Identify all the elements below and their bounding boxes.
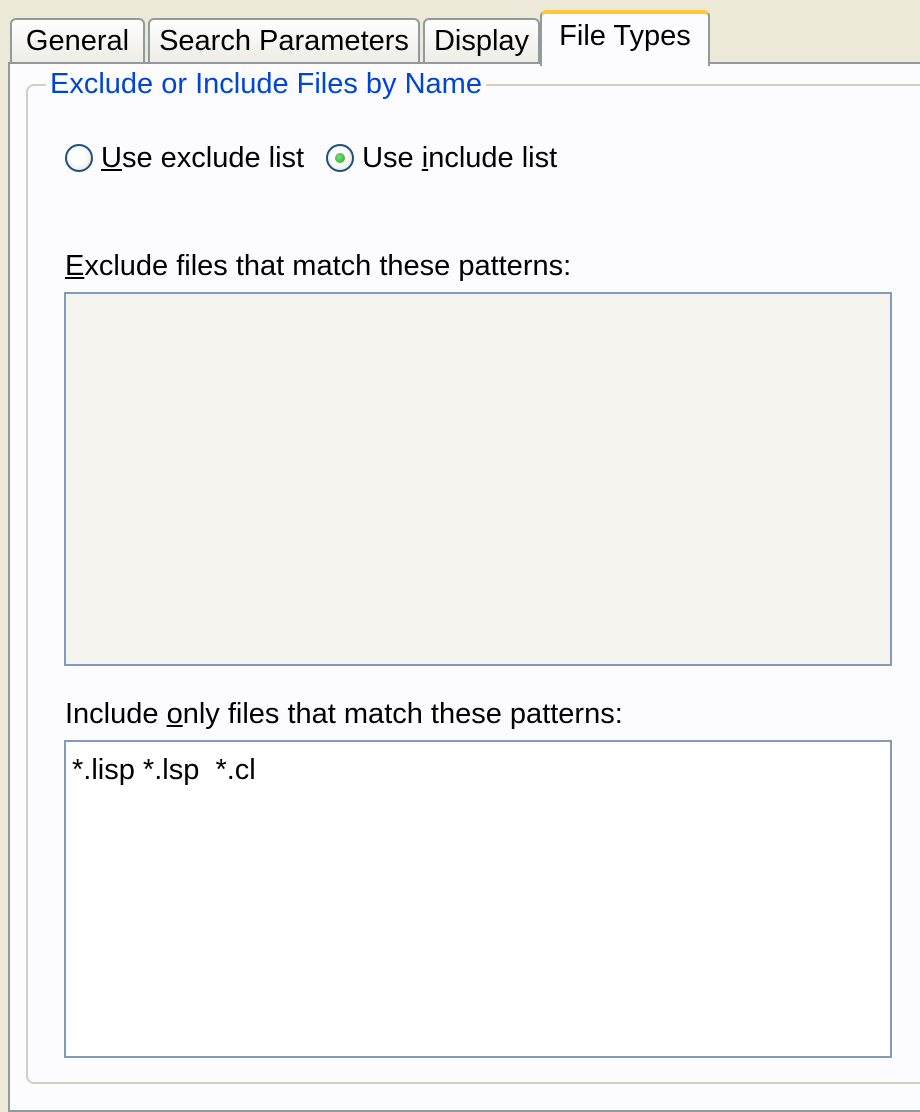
- use-exclude-list-radio[interactable]: Use exclude list: [65, 142, 304, 175]
- list-mode-radio-group: Use exclude list Use include list: [65, 138, 579, 178]
- tab-general[interactable]: General: [10, 18, 145, 64]
- radio-unchecked-icon[interactable]: [65, 144, 93, 172]
- exclude-patterns-label: Exclude files that match these patterns:: [65, 250, 572, 282]
- exclude-patterns-field[interactable]: [64, 292, 892, 666]
- groupbox-title: Exclude or Include Files by Name: [46, 64, 486, 104]
- radio-checked-icon[interactable]: [326, 144, 355, 172]
- tab-search-parameters[interactable]: Search Parameters: [148, 18, 420, 64]
- tab-display[interactable]: Display: [423, 18, 540, 64]
- tab-file-types[interactable]: File Types: [540, 10, 710, 66]
- mnemonic-i: i: [421, 141, 429, 174]
- tab-panel-file-types: Exclude or Include Files by Name Use exc…: [8, 62, 920, 1112]
- use-include-list-radio[interactable]: Use include list: [326, 142, 557, 175]
- include-patterns-field[interactable]: [64, 740, 892, 1058]
- include-patterns-label: Include only files that match these patt…: [65, 698, 623, 730]
- tab-strip: General Search Parameters Display File T…: [10, 10, 920, 66]
- use-exclude-list-label-rest: se exclude list: [121, 141, 305, 174]
- radio-dot-icon: [335, 153, 346, 163]
- exclude-include-groupbox: Exclude or Include Files by Name Use exc…: [26, 64, 920, 1084]
- use-exclude-list-label: Use exclude list: [101, 142, 304, 175]
- use-include-list-label: Use include list: [362, 141, 558, 174]
- mnemonic-u: U: [101, 141, 122, 174]
